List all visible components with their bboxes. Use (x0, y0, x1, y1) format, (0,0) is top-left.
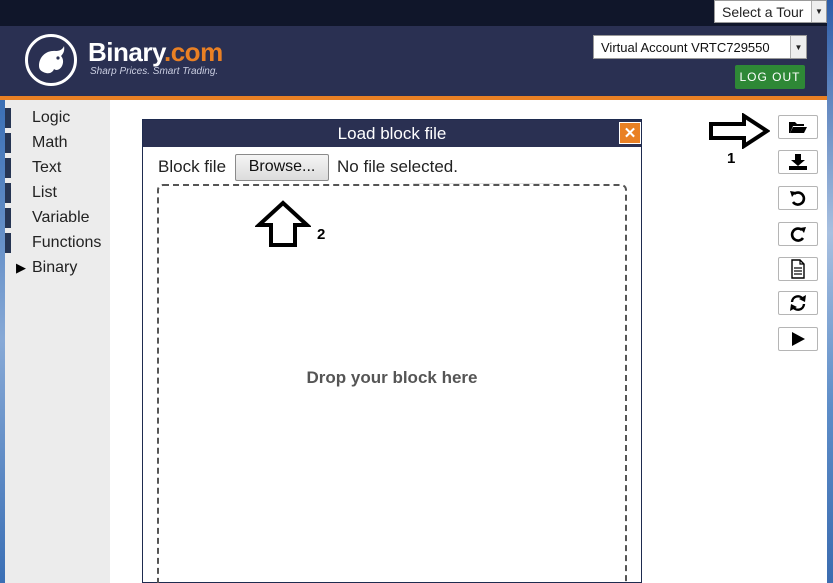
load-block-dialog: Load block file ✕ Block file Browse... N… (142, 119, 642, 583)
category-color-bar (5, 107, 11, 128)
redo-icon (790, 227, 806, 242)
annotation-arrow-up-icon (255, 200, 311, 247)
category-label: Text (32, 158, 62, 176)
drop-zone[interactable]: Drop your block here (157, 184, 627, 583)
category-label: Variable (32, 208, 90, 226)
folder-open-icon (789, 122, 807, 133)
download-icon (789, 154, 807, 170)
app-window: Select a Tour ▼ Binary.com Sharp Prices.… (0, 0, 833, 583)
desktop-background-edge (827, 0, 833, 583)
brand-tagline: Sharp Prices. Smart Trading. (90, 66, 219, 77)
category-label: Functions (32, 233, 102, 251)
close-icon[interactable]: ✕ (619, 122, 641, 144)
category-list[interactable]: List (5, 180, 110, 205)
category-color-bar (5, 232, 11, 253)
load-button[interactable] (778, 115, 818, 139)
file-input-row: Block file Browse... No file selected. (158, 153, 458, 181)
document-icon (791, 259, 805, 279)
refresh-icon (790, 295, 806, 311)
category-color-bar (5, 207, 11, 228)
category-color-bar (5, 157, 11, 178)
undo-button[interactable] (778, 186, 818, 210)
save-button[interactable] (778, 150, 818, 174)
annotation-label-1: 1 (727, 150, 736, 167)
annotation-label-2: 2 (317, 226, 326, 243)
redo-button[interactable] (778, 222, 818, 246)
category-label: List (32, 183, 57, 201)
reset-button[interactable] (778, 291, 818, 315)
account-select[interactable]: Virtual Account VRTC729550 ▼ (593, 35, 807, 59)
category-text[interactable]: Text (5, 155, 110, 180)
bull-logo-icon[interactable] (25, 34, 77, 86)
category-color-bar (5, 182, 11, 203)
tour-select-label: Select a Tour (722, 3, 804, 20)
expand-triangle-icon: ▶ (16, 259, 26, 275)
chevron-down-icon: ▼ (811, 1, 826, 22)
annotation-arrow-right-icon (709, 113, 770, 149)
summary-button[interactable] (778, 257, 818, 281)
brand-name-text: Binary (88, 37, 165, 67)
run-button[interactable] (778, 327, 818, 351)
category-variable[interactable]: Variable (5, 205, 110, 230)
brand-suffix: .com (164, 37, 223, 67)
category-label: Math (32, 133, 68, 151)
chevron-down-icon: ▼ (790, 36, 806, 58)
brand-name[interactable]: Binary.com (88, 37, 223, 68)
category-logic[interactable]: Logic (5, 105, 110, 130)
category-functions[interactable]: Functions (5, 230, 110, 255)
header-divider (0, 96, 827, 100)
tour-select[interactable]: Select a Tour ▼ (714, 0, 827, 23)
category-label: Binary (32, 258, 78, 276)
play-icon (792, 332, 805, 346)
file-status: No file selected. (337, 157, 458, 176)
dialog-title: Load block file (143, 120, 641, 147)
top-bar: Select a Tour ▼ (0, 0, 827, 26)
category-label: Logic (32, 108, 71, 126)
category-binary[interactable]: ▶ Binary (5, 255, 110, 280)
category-color-bar (5, 132, 11, 153)
drop-zone-text: Drop your block here (306, 368, 478, 387)
account-select-value: Virtual Account VRTC729550 (601, 39, 770, 55)
logout-button[interactable]: LOG OUT (735, 65, 805, 89)
undo-icon (790, 191, 806, 206)
browse-button[interactable]: Browse... (235, 153, 330, 181)
category-math[interactable]: Math (5, 130, 110, 155)
file-label: Block file (158, 157, 227, 176)
